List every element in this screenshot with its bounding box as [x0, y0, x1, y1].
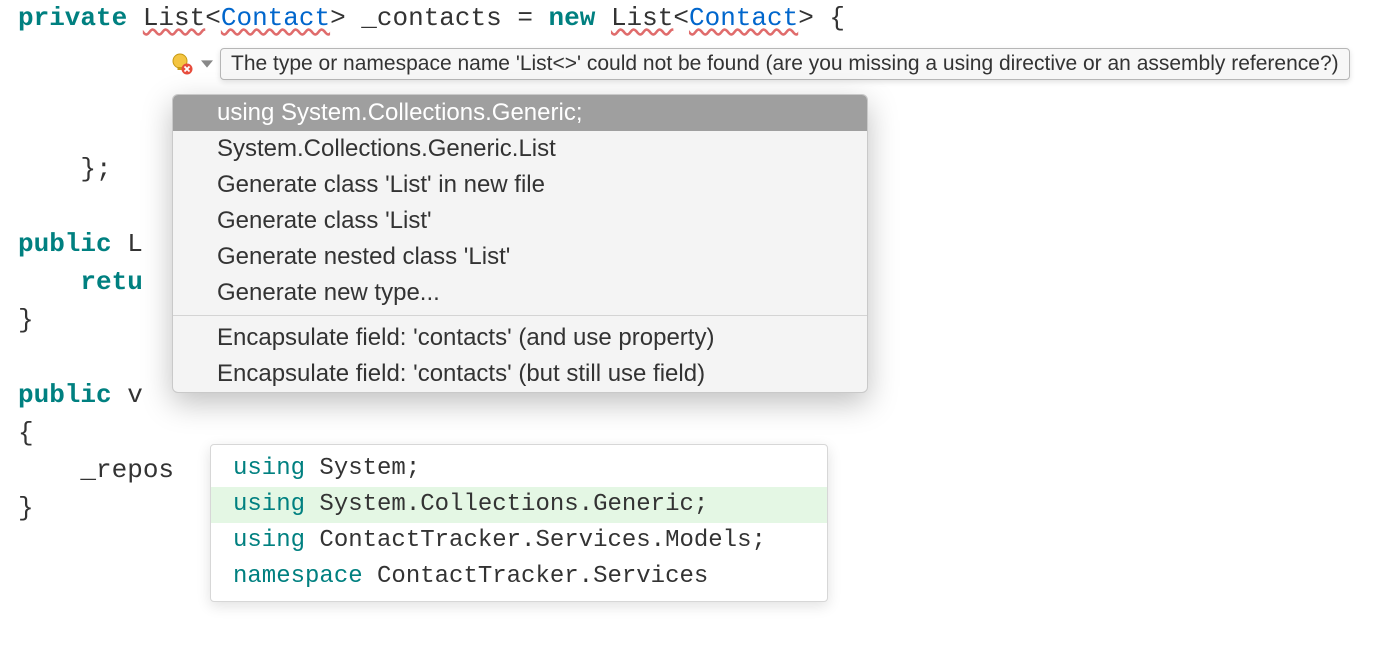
code-editor[interactable]: private List<Contact> _contacts = new Li… [0, 0, 1394, 528]
code-preview-popup: using System; using System.Collections.G… [210, 444, 828, 602]
keyword-public: public [18, 380, 112, 410]
type-ref: List [611, 3, 673, 33]
quick-actions-popup[interactable]: using System.Collections.Generic; System… [172, 94, 868, 393]
quick-action-item[interactable]: Encapsulate field: 'contacts' (and use p… [173, 320, 867, 356]
lightbulb-icon[interactable] [170, 52, 194, 76]
preview-line: using ContactTracker.Services.Models; [211, 523, 827, 559]
separator [173, 315, 867, 316]
code-line[interactable]: private List<Contact> _contacts = new Li… [0, 0, 1394, 38]
quick-action-item[interactable]: Generate class 'List' in new file [173, 167, 867, 203]
quick-action-item[interactable]: Encapsulate field: 'contacts' (but still… [173, 356, 867, 392]
quick-action-item[interactable]: Generate new type... [173, 275, 867, 311]
quick-action-item[interactable]: using System.Collections.Generic; [173, 95, 867, 131]
preview-line: using System; [211, 451, 827, 487]
preview-line: namespace ContactTracker.Services [211, 559, 827, 595]
preview-line-added: using System.Collections.Generic; [211, 487, 827, 523]
error-tooltip: The type or namespace name 'List<>' coul… [220, 48, 1350, 80]
keyword-private: private [18, 3, 127, 33]
error-tooltip-bar: The type or namespace name 'List<>' coul… [170, 48, 1350, 80]
quick-action-item[interactable]: System.Collections.Generic.List [173, 131, 867, 167]
type-ref: Contact [221, 3, 330, 33]
type-ref: List [143, 3, 205, 33]
chevron-down-icon[interactable] [200, 57, 214, 71]
keyword-new: new [549, 3, 596, 33]
keyword-public: public [18, 229, 112, 259]
quick-action-item[interactable]: Generate nested class 'List' [173, 239, 867, 275]
quick-action-item[interactable]: Generate class 'List' [173, 203, 867, 239]
keyword-return: retu [18, 267, 143, 297]
type-ref: Contact [689, 3, 798, 33]
